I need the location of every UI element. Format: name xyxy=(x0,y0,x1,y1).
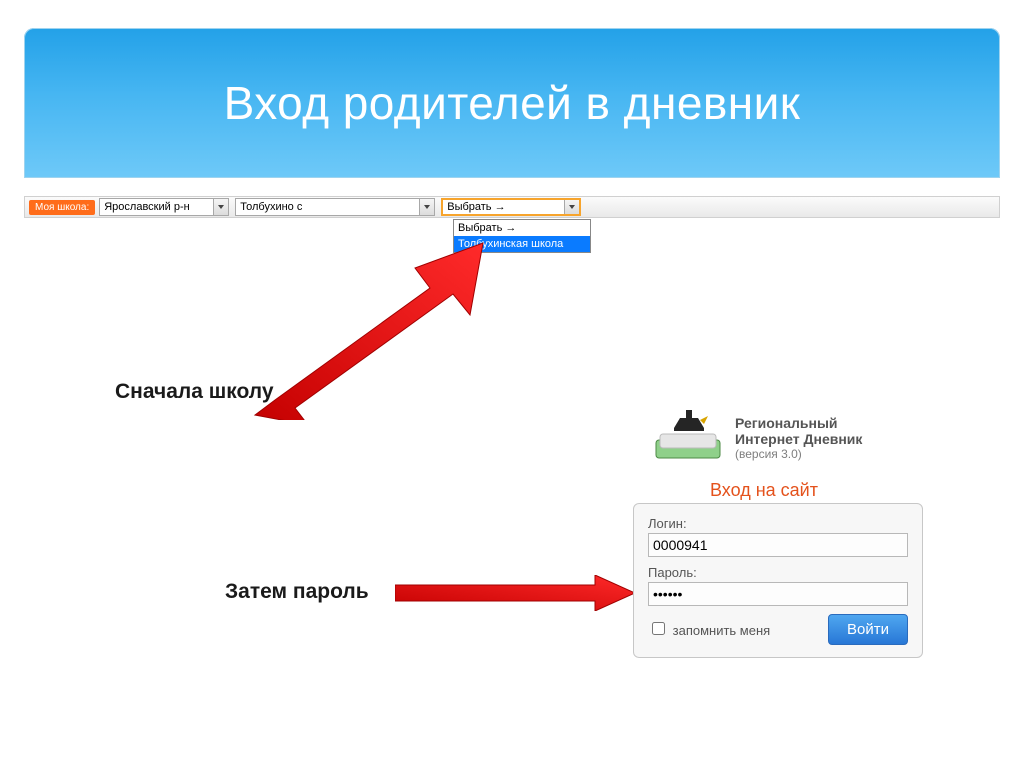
diary-logo-icon xyxy=(650,410,728,465)
school-option-placeholder[interactable]: Выбрать → xyxy=(454,220,590,236)
login-caption: Вход на сайт xyxy=(710,480,818,501)
chevron-down-icon xyxy=(419,199,434,215)
remember-me-label: запомнить меня xyxy=(673,623,771,638)
locality-select-value: Толбухино с xyxy=(240,201,302,213)
password-input[interactable] xyxy=(648,582,908,606)
diary-title-line1: Региональный xyxy=(735,415,915,431)
password-label: Пароль: xyxy=(648,565,908,580)
arrow-to-login-icon xyxy=(395,575,635,611)
school-select[interactable]: Выбрать → xyxy=(441,198,581,216)
my-school-badge: Моя школа: xyxy=(29,200,95,215)
login-button[interactable]: Войти xyxy=(828,614,908,645)
annotation-first-school: Сначала школу xyxy=(115,380,274,404)
slide-header: Вход родителей в дневник xyxy=(24,28,1000,178)
diary-version: (версия 3.0) xyxy=(735,447,915,461)
region-select-value: Ярославский р-н xyxy=(104,201,189,213)
annotation-then-password: Затем пароль xyxy=(225,580,369,604)
login-label: Логин: xyxy=(648,516,908,531)
school-select-value: Выбрать → xyxy=(447,201,505,213)
arrow-to-school-icon xyxy=(245,240,485,420)
region-select[interactable]: Ярославский р-н xyxy=(99,198,229,216)
remember-me[interactable]: запомнить меня xyxy=(648,619,770,638)
diary-title-block: Региональный Интернет Дневник (версия 3.… xyxy=(735,415,915,461)
login-form: Логин: Пароль: запомнить меня Войти xyxy=(633,503,923,658)
page-title: Вход родителей в дневник xyxy=(24,28,1000,130)
school-selector-bar: Моя школа: Ярославский р-н Толбухино с В… xyxy=(24,196,1000,218)
diary-title-line2: Интернет Дневник xyxy=(735,431,915,447)
chevron-down-icon xyxy=(564,200,579,214)
chevron-down-icon xyxy=(213,199,228,215)
remember-me-checkbox[interactable] xyxy=(652,622,665,635)
locality-select[interactable]: Толбухино с xyxy=(235,198,435,216)
login-input[interactable] xyxy=(648,533,908,557)
